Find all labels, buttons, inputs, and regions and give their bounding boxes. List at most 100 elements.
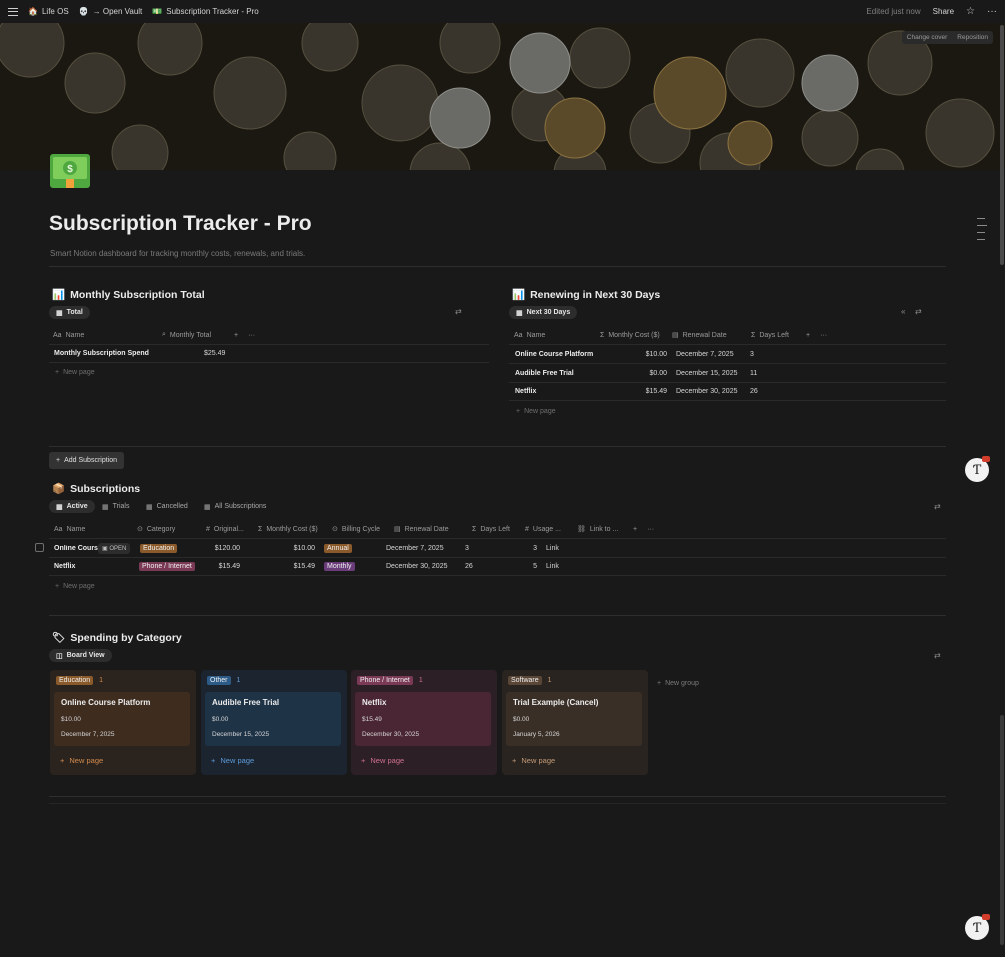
column-category[interactable]: ⊙ Category	[137, 525, 206, 534]
skull-icon: 💀	[78, 7, 89, 16]
row-link[interactable]: Link	[537, 563, 577, 570]
search-icon: ⌕	[162, 331, 166, 338]
share-button[interactable]: Share	[933, 7, 954, 16]
row-checkbox[interactable]	[35, 543, 44, 552]
group-header[interactable]: Software 1	[508, 676, 552, 685]
column-name[interactable]: Aa Name	[509, 332, 600, 339]
add-column-icon[interactable]: +	[806, 332, 810, 339]
more-icon[interactable]: ···	[987, 6, 997, 17]
row-name[interactable]: Online Course Platform	[509, 351, 633, 358]
group-header[interactable]: Education 1	[56, 676, 103, 685]
board-card[interactable]: Audible Free Trial $0.00 December 15, 2025	[205, 692, 341, 746]
row-name[interactable]: Audible Free Trial	[509, 370, 633, 377]
text-icon: Aa	[54, 525, 63, 533]
table-row[interactable]: Netflix Phone / Internet $15.49 $15.49 M…	[49, 557, 946, 576]
card-date: December 15, 2025	[212, 731, 270, 738]
column-usage[interactable]: # Usage ...	[525, 526, 577, 533]
change-cover-button[interactable]: Change cover	[902, 31, 952, 44]
more-icon[interactable]: ···	[248, 332, 255, 339]
select-icon: ⊙	[137, 526, 143, 533]
group-tag: Other	[207, 676, 231, 685]
collapse-icon[interactable]: «	[901, 307, 905, 316]
scrollbar-thumb[interactable]	[1000, 715, 1004, 945]
table-row[interactable]: Online Course Platform $10.00 December 7…	[509, 344, 946, 363]
column-name[interactable]: Aa Name	[49, 526, 137, 533]
board-card[interactable]: Netflix $15.49 December 30, 2025	[355, 692, 491, 746]
star-icon[interactable]: ☆	[966, 6, 975, 17]
column-days-left[interactable]: Σ Days Left	[751, 332, 806, 339]
table-row[interactable]: Netflix $15.49 December 30, 2025 26	[509, 382, 946, 401]
new-page-button[interactable]: + New page	[211, 756, 254, 765]
tab-active[interactable]: ▦ Active	[49, 500, 95, 513]
column-renewal-date[interactable]: ▤ Renewal Date	[672, 331, 751, 340]
add-column-icon[interactable]: +	[234, 332, 238, 339]
reposition-button[interactable]: Reposition	[952, 31, 993, 44]
view-tab-total[interactable]: ▦ Total	[49, 306, 90, 319]
filter-settings-icon[interactable]: ⇄	[934, 651, 941, 660]
tab-all-subscriptions[interactable]: ▦ All Subscriptions	[204, 500, 266, 513]
tab-cancelled[interactable]: ▦ Cancelled	[146, 500, 188, 513]
row-name[interactable]: Netflix	[509, 388, 633, 395]
monthly-table-header: Aa Name ⌕ Monthly Total + ···	[49, 328, 489, 342]
open-button[interactable]: ▣ OPEN	[98, 542, 131, 554]
column-monthly-total[interactable]: ⌕ Monthly Total	[162, 331, 234, 339]
tab-trials[interactable]: ▦ Trials	[102, 500, 129, 513]
more-icon[interactable]: ···	[820, 332, 827, 339]
column-link[interactable]: ⛓ Link to ...	[577, 525, 633, 534]
column-monthly-cost[interactable]: Σ Monthly Cost ($)	[600, 332, 672, 339]
row-name[interactable]: Netflix	[49, 563, 137, 570]
new-page-button[interactable]: + New page	[55, 583, 95, 590]
table-of-contents[interactable]	[977, 218, 987, 240]
new-page-button[interactable]: + New page	[55, 369, 95, 376]
row-link[interactable]: Link	[537, 545, 577, 552]
new-page-button[interactable]: + New page	[512, 756, 555, 765]
board-card[interactable]: Online Course Platform $10.00 December 7, …	[54, 692, 190, 746]
group-header[interactable]: Other 1	[207, 676, 240, 685]
text-icon: Aa	[53, 331, 62, 339]
filter-settings-icon[interactable]: ⇄	[915, 307, 922, 316]
group-header[interactable]: Phone / Internet 1	[357, 676, 423, 685]
breadcrumb-workspace[interactable]: 🏠 Life OS	[28, 7, 69, 16]
table-row[interactable]: Online Cours ▣ OPEN Education $120.00 $1…	[49, 538, 946, 557]
new-page-button[interactable]: + New page	[60, 756, 103, 765]
assistant-avatar-icon[interactable]: Ƭ	[965, 914, 990, 940]
assistant-avatar-icon[interactable]: Ƭ	[965, 456, 990, 482]
row-cost: $10.00	[645, 350, 667, 358]
add-subscription-button[interactable]: + Add Subscription	[49, 452, 125, 469]
new-group-button[interactable]: + New group	[657, 680, 699, 687]
column-monthly-cost[interactable]: Σ Monthly Cost ($)	[258, 526, 332, 533]
spending-heading: 🏷 Spending by Category	[52, 631, 182, 645]
money-page-icon[interactable]: $	[49, 153, 91, 189]
page-subtitle[interactable]: Smart Notion dashboard for tracking mont…	[50, 249, 305, 258]
new-page-button[interactable]: + New page	[516, 408, 556, 415]
column-renewal-date[interactable]: ▤ Renewal Date	[394, 525, 472, 534]
row-date: December 30, 2025	[386, 563, 448, 570]
page-title[interactable]: Subscription Tracker - Pro	[49, 212, 312, 236]
plus-icon: +	[657, 680, 662, 687]
row-name[interactable]: Monthly Subscription Spend	[49, 350, 199, 357]
add-column-icon[interactable]: +	[633, 526, 637, 533]
board-card[interactable]: Trial Example (Cancel) $0.00 January 5, 20…	[506, 692, 642, 746]
sigma-icon: Σ	[472, 525, 477, 533]
cover-controls: Change cover Reposition	[901, 31, 993, 44]
column-original[interactable]: # Original...	[206, 526, 258, 533]
filter-settings-icon[interactable]: ⇄	[934, 502, 941, 511]
more-icon[interactable]: ···	[647, 526, 654, 533]
filter-settings-icon[interactable]: ⇄	[455, 307, 462, 316]
breadcrumb-vault[interactable]: 💀 → Open Vault	[79, 7, 143, 16]
view-tab-next-30[interactable]: ▦ Next 30 Days	[509, 306, 578, 319]
row-name[interactable]: Online Cours	[49, 545, 98, 552]
breadcrumb-page[interactable]: 💵 Subscription Tracker - Pro	[152, 7, 258, 16]
scrollbar-thumb[interactable]	[1000, 25, 1004, 265]
group-tag: Education	[56, 676, 94, 685]
table-row[interactable]: Monthly Subscription Spend $25.49	[49, 344, 489, 363]
table-row[interactable]: Audible Free Trial $0.00 December 15, 20…	[509, 363, 946, 382]
tab-board-view[interactable]: ◫ Board View	[49, 649, 112, 662]
row-cost: $15.49	[293, 563, 315, 570]
card-cost: $15.49	[362, 716, 382, 723]
new-page-button[interactable]: + New page	[361, 756, 404, 765]
column-name[interactable]: Aa Name	[49, 332, 162, 339]
column-days-left[interactable]: Σ Days Left	[472, 526, 525, 533]
column-billing-cycle[interactable]: ⊙ Billing Cycle	[332, 525, 394, 534]
menu-icon[interactable]	[8, 7, 18, 16]
